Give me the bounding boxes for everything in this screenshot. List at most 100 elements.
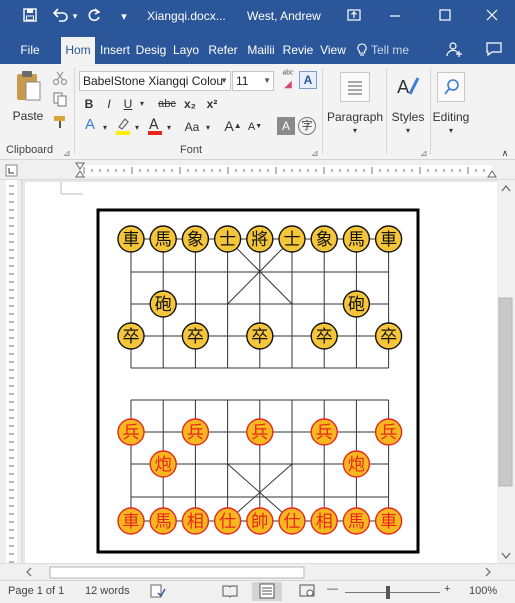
change-case-button[interactable]: Aa	[181, 118, 203, 136]
black-piece[interactable]: 卒	[246, 322, 274, 350]
qat-customize-icon[interactable]: ▾	[114, 7, 134, 27]
red-piece[interactable]: 兵	[374, 418, 403, 446]
save-icon[interactable]	[20, 7, 40, 27]
copy-icon[interactable]	[52, 91, 68, 107]
tab-mailings[interactable]: Mailii	[244, 37, 278, 64]
text-effects-box-icon[interactable]: A	[299, 71, 317, 89]
tab-design[interactable]: Desig	[135, 37, 167, 64]
restore-icon[interactable]	[435, 7, 455, 27]
black-piece[interactable]: 車	[374, 225, 403, 253]
zoom-slider-thumb[interactable]	[386, 586, 390, 599]
red-piece[interactable]: 炮	[149, 450, 177, 478]
shrink-font-icon[interactable]: A▼	[247, 118, 263, 136]
scroll-down-icon[interactable]	[501, 552, 511, 559]
enclose-characters-icon[interactable]: 字	[298, 117, 316, 135]
black-piece[interactable]: 象	[310, 225, 338, 253]
black-piece[interactable]: 象	[181, 225, 210, 253]
tab-layout[interactable]: Layo	[170, 37, 202, 64]
clear-formatting-icon[interactable]: ᵃᵇᶜ ◢	[279, 70, 297, 90]
bold-button[interactable]: B	[82, 95, 96, 113]
horizontal-ruler[interactable]	[0, 160, 515, 180]
tell-me-box[interactable]: Tell me	[356, 37, 422, 64]
read-mode-icon[interactable]	[222, 584, 238, 601]
minimize-icon[interactable]	[385, 7, 405, 27]
font-color-icon[interactable]: A	[146, 116, 164, 136]
character-shading-icon[interactable]: A	[277, 117, 295, 135]
vertical-scrollbar[interactable]	[497, 180, 515, 563]
black-piece[interactable]: 將	[246, 225, 274, 253]
red-piece[interactable]: 車	[374, 507, 403, 535]
tab-review[interactable]: Revie	[281, 37, 315, 64]
red-piece[interactable]: 馬	[149, 507, 177, 535]
format-painter-icon[interactable]	[52, 114, 68, 130]
user-name[interactable]: West, Andrew	[247, 9, 321, 23]
scroll-right-icon[interactable]	[485, 567, 491, 577]
page-count[interactable]: Page 1 of 1	[8, 585, 64, 597]
tab-view[interactable]: View	[317, 37, 349, 64]
ribbon-display-options-icon[interactable]	[344, 7, 364, 27]
black-piece[interactable]: 卒	[374, 322, 403, 350]
zoom-level[interactable]: 100%	[469, 585, 497, 597]
underline-button[interactable]: U	[121, 95, 135, 113]
horizontal-scrollbar[interactable]	[0, 563, 515, 580]
underline-dropdown-icon[interactable]: ▾	[137, 95, 147, 113]
red-piece[interactable]: 兵	[310, 418, 338, 446]
highlight-dropdown-icon[interactable]: ▾	[133, 119, 141, 137]
black-piece[interactable]: 士	[278, 225, 306, 253]
paragraph-button[interactable]: Paragraph ▾	[327, 68, 383, 140]
red-piece[interactable]: 炮	[342, 450, 371, 478]
web-layout-icon[interactable]	[299, 584, 315, 601]
cut-icon[interactable]	[52, 70, 68, 86]
zoom-slider-track[interactable]	[345, 592, 440, 593]
red-piece[interactable]: 車	[117, 507, 145, 535]
black-piece[interactable]: 士	[213, 225, 242, 253]
scroll-up-icon[interactable]	[501, 185, 511, 192]
tab-file[interactable]: File	[12, 37, 48, 64]
zoom-in-button[interactable]: +	[444, 583, 450, 595]
undo-icon[interactable]	[50, 7, 70, 27]
grow-font-icon[interactable]: A▲	[224, 117, 242, 135]
document-area[interactable]: 車馬象士將士象馬車砲砲卒卒卒卒卒兵兵兵兵兵炮炮車馬相仕帥仕相馬車	[22, 180, 497, 563]
tab-selector-icon[interactable]	[5, 164, 18, 177]
undo-dropdown-icon[interactable]: ▾	[70, 7, 80, 27]
scroll-left-icon[interactable]	[26, 567, 32, 577]
superscript-button[interactable]: x²	[204, 95, 220, 113]
black-piece[interactable]: 車	[117, 225, 145, 253]
font-size-combo[interactable]: 11 ▼	[232, 71, 274, 91]
comment-icon[interactable]	[483, 37, 505, 64]
proofing-icon[interactable]	[150, 584, 166, 601]
redo-icon[interactable]	[84, 7, 104, 27]
paste-button[interactable]: Paste	[8, 68, 48, 123]
red-piece[interactable]: 帥	[246, 507, 274, 535]
font-color-dropdown-icon[interactable]: ▾	[165, 119, 173, 137]
print-layout-icon[interactable]	[252, 582, 282, 601]
italic-button[interactable]: I	[103, 95, 115, 113]
share-icon[interactable]	[444, 37, 464, 64]
tab-references[interactable]: Refer	[206, 37, 240, 64]
change-case-dropdown-icon[interactable]: ▾	[204, 119, 212, 137]
black-piece[interactable]: 馬	[342, 225, 371, 253]
black-piece[interactable]: 卒	[181, 322, 210, 350]
black-piece[interactable]: 砲	[149, 290, 177, 318]
red-piece[interactable]: 馬	[342, 507, 371, 535]
red-piece[interactable]: 相	[181, 507, 210, 535]
subscript-button[interactable]: x₂	[182, 95, 198, 113]
text-effects-dropdown-icon[interactable]: ▾	[101, 119, 109, 137]
red-piece[interactable]: 仕	[213, 507, 242, 535]
red-piece[interactable]: 兵	[117, 418, 145, 446]
scrollbar-thumb[interactable]	[498, 297, 513, 487]
vertical-ruler[interactable]	[0, 180, 22, 563]
red-piece[interactable]: 仕	[278, 507, 306, 535]
red-piece[interactable]: 兵	[246, 418, 274, 446]
styles-button[interactable]: A Styles ▾	[388, 68, 428, 140]
black-piece[interactable]: 馬	[149, 225, 177, 253]
close-icon[interactable]	[482, 7, 502, 27]
font-name-combo[interactable]: BabelStone Xiangqi Colou ▼	[79, 71, 231, 91]
highlight-icon[interactable]	[114, 116, 132, 136]
black-piece[interactable]: 砲	[342, 290, 371, 318]
zoom-out-button[interactable]: —	[327, 583, 338, 595]
strikethrough-button[interactable]: abc	[156, 95, 178, 113]
black-piece[interactable]: 卒	[310, 322, 338, 350]
editing-button[interactable]: Editing ▾	[431, 68, 471, 140]
red-piece[interactable]: 兵	[181, 418, 210, 446]
